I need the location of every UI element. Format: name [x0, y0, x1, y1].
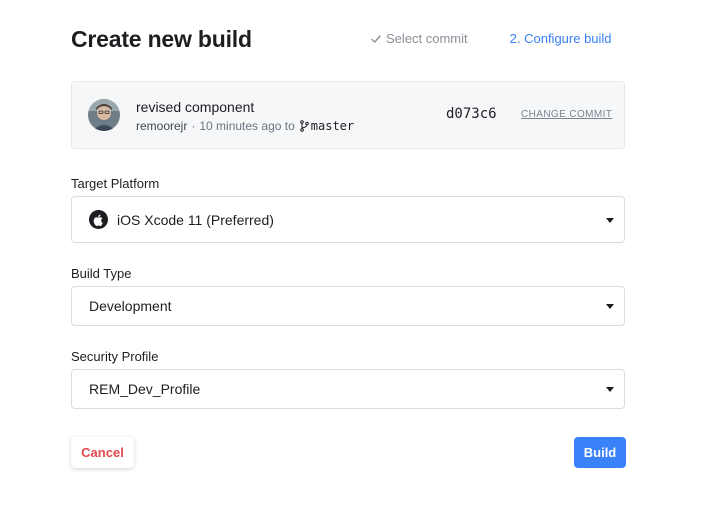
target-platform-value: iOS Xcode 11 (Preferred)	[117, 211, 274, 228]
commit-time: 10 minutes ago to	[199, 119, 295, 133]
chevron-down-icon	[606, 304, 614, 309]
target-platform-select[interactable]: iOS Xcode 11 (Preferred)	[71, 196, 625, 243]
check-icon	[371, 34, 381, 43]
meta-separator: ·	[191, 119, 196, 133]
commit-message: revised component	[136, 99, 255, 115]
chevron-down-icon	[606, 387, 614, 392]
build-steps: Select commit 2. Configure build	[370, 31, 612, 46]
commit-author: remoorejr	[136, 119, 188, 133]
branch-icon	[299, 120, 309, 132]
build-button[interactable]: Build	[574, 437, 626, 468]
security-profile-label: Security Profile	[71, 349, 159, 364]
cancel-button[interactable]: Cancel	[71, 437, 134, 468]
step-select-commit-label: Select commit	[386, 31, 468, 46]
commit-meta: remoorejr · 10 minutes ago to master	[136, 119, 354, 133]
step-select-commit[interactable]: Select commit	[370, 31, 468, 46]
chevron-down-icon	[606, 217, 614, 223]
branch-name: master	[310, 119, 355, 133]
commit-card: revised component remoorejr · 10 minutes…	[71, 81, 625, 149]
build-type-value: Development	[89, 298, 172, 314]
page-title: Create new build	[71, 26, 252, 52]
step-configure-build[interactable]: 2. Configure build	[510, 31, 612, 46]
change-commit-link[interactable]: CHANGE COMMIT	[521, 109, 612, 120]
security-profile-select[interactable]: REM_Dev_Profile	[71, 369, 625, 409]
security-profile-value: REM_Dev_Profile	[89, 381, 201, 397]
commit-sha: d073c6	[446, 106, 497, 122]
target-platform-label: Target Platform	[71, 176, 160, 191]
apple-icon	[89, 210, 108, 229]
build-type-label: Build Type	[71, 266, 132, 281]
build-type-select[interactable]: Development	[71, 286, 625, 326]
avatar	[88, 99, 120, 131]
